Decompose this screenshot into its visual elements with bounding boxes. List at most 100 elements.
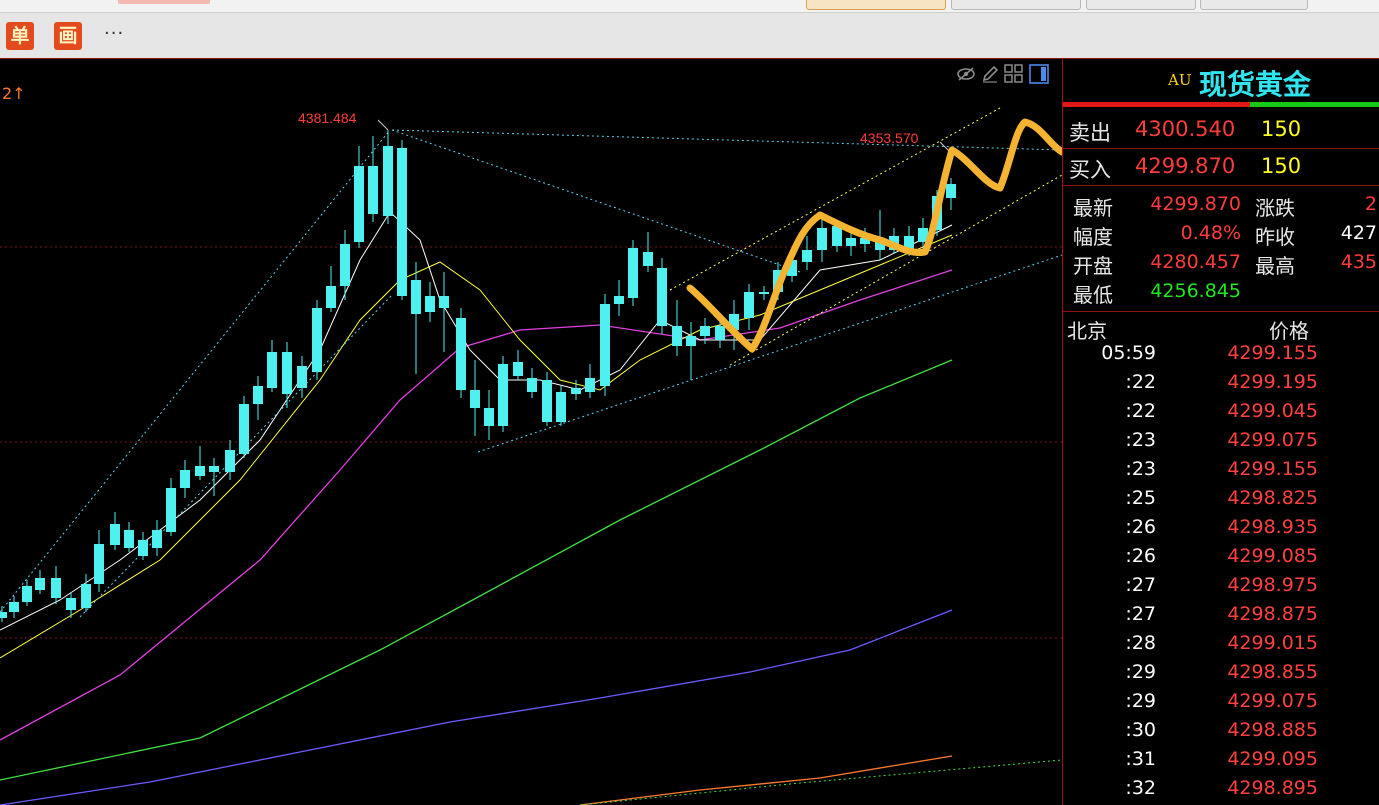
tick-row: :26 4298.935: [1063, 516, 1379, 545]
buy-price: 4299.870: [1135, 154, 1236, 178]
single-chart-button[interactable]: 单: [6, 22, 34, 50]
candle-body: [22, 586, 32, 602]
candle-body: [66, 598, 76, 610]
sell-strength-bar: [1063, 102, 1250, 107]
ma-line-purple: [0, 609, 953, 805]
eye-hide-icon[interactable]: [956, 66, 976, 82]
quote-stats: 最新 4299.870 涨跌 2 幅度 0.48% 昨收 427 开盘 4280…: [1063, 191, 1379, 311]
candle-body: [946, 184, 956, 198]
tick-price: 4298.855: [1227, 661, 1318, 683]
tick-row: :32 4298.895: [1063, 777, 1379, 805]
sell-price: 4300.540: [1135, 117, 1236, 141]
candle-body: [340, 244, 350, 286]
ma-line-white: [0, 211, 953, 631]
candle-body: [628, 248, 638, 298]
prev-close-label: 昨收: [1255, 225, 1295, 249]
tick-row: :25 4298.825: [1063, 487, 1379, 516]
quote-panel: AU 现货黄金 卖出 4300.540 150 买入 4299.870 150 …: [1062, 59, 1379, 805]
top-tab-2[interactable]: [951, 0, 1081, 10]
candle-body: [312, 308, 322, 372]
tick-row: :22 4299.045: [1063, 400, 1379, 429]
ma-line-dotted: [579, 759, 1062, 805]
tick-row: 05:59 4299.155: [1063, 342, 1379, 371]
tick-time: :27: [1125, 603, 1156, 625]
instrument-name: 现货黄金: [1199, 68, 1312, 101]
trendline: [477, 254, 1062, 453]
candle-body: [527, 378, 537, 392]
more-options-button[interactable]: ···: [104, 23, 124, 44]
low-value: 4256.845: [1150, 280, 1241, 302]
candle-body: [571, 388, 581, 394]
amplitude-label: 幅度: [1073, 225, 1113, 249]
candle-body: [225, 450, 235, 472]
instrument-title: AU 现货黄金: [1063, 59, 1379, 101]
candle-body: [110, 524, 120, 545]
candle-body: [297, 366, 307, 388]
sell-row[interactable]: 卖出 4300.540 150: [1063, 115, 1379, 149]
trendline: [0, 129, 391, 613]
top-tab-1[interactable]: [806, 0, 946, 10]
tick-row: :31 4299.095: [1063, 748, 1379, 777]
top-red-text: [118, 0, 210, 4]
tick-row: :29 4299.075: [1063, 690, 1379, 719]
tick-time: :22: [1125, 400, 1156, 422]
candle-body: [759, 292, 769, 294]
high-value: 435: [1340, 251, 1377, 273]
chart-icon-bar: [956, 63, 1050, 84]
tick-row: :22 4299.195: [1063, 371, 1379, 400]
candle-body: [456, 318, 466, 390]
buy-row[interactable]: 买入 4299.870 150: [1063, 152, 1379, 186]
pencil-icon[interactable]: [981, 65, 999, 83]
candle-body: [81, 584, 91, 608]
tick-time: :32: [1125, 777, 1156, 799]
candle-body: [657, 268, 667, 326]
candle-body: [152, 530, 162, 548]
candle-body: [686, 336, 696, 346]
top-tab-4[interactable]: [1200, 0, 1308, 10]
candle-body: [383, 146, 393, 216]
ma-line-magenta: [0, 269, 953, 741]
candle-body: [209, 466, 219, 472]
instrument-code: AU: [1168, 71, 1192, 89]
top-tab-3[interactable]: [1086, 0, 1196, 10]
candle-body: [585, 378, 595, 392]
tick-time: :25: [1125, 487, 1156, 509]
trendline: [391, 129, 1062, 151]
open-label: 开盘: [1073, 254, 1113, 278]
tick-row: :30 4298.885: [1063, 719, 1379, 748]
tick-row: :27 4298.875: [1063, 603, 1379, 632]
tick-price: 4299.015: [1227, 632, 1318, 654]
latest-value: 4299.870: [1150, 193, 1241, 215]
tick-time: :23: [1125, 429, 1156, 451]
tick-price: 4299.075: [1227, 690, 1318, 712]
candle-body: [470, 390, 480, 408]
candle-body: [817, 228, 827, 250]
tick-price: 4298.935: [1227, 516, 1318, 538]
candle-body: [166, 488, 176, 532]
candle-body: [513, 362, 523, 376]
candle-body: [138, 540, 148, 556]
grid-layout-icon[interactable]: [1004, 63, 1024, 84]
candle-body: [368, 166, 378, 214]
tick-price: 4298.875: [1227, 603, 1318, 625]
draw-tool-button[interactable]: 画: [54, 22, 82, 50]
tick-time: :26: [1125, 516, 1156, 538]
divider: [1063, 148, 1379, 149]
tick-time: :28: [1125, 632, 1156, 654]
side-panel-toggle-icon[interactable]: [1029, 63, 1050, 84]
candle-body: [832, 226, 842, 246]
ma-line-green: [0, 359, 953, 781]
tick-row: :29 4298.855: [1063, 661, 1379, 690]
tick-list[interactable]: 05:59 4299.155:22 4299.195:22 4299.045:23 42…: [1063, 342, 1379, 805]
tick-time: :26: [1125, 545, 1156, 567]
candle-body: [397, 148, 407, 296]
candle-body: [802, 250, 812, 262]
tick-row: :23 4299.155: [1063, 458, 1379, 487]
candlestick-chart[interactable]: 4381.484 4353.570: [0, 59, 1062, 805]
candle-body: [715, 326, 725, 340]
tick-price: 4299.095: [1227, 748, 1318, 770]
high-label: 最高: [1255, 254, 1295, 278]
candle-body: [484, 408, 494, 426]
candle-body: [124, 530, 134, 548]
trendline: [391, 129, 801, 273]
